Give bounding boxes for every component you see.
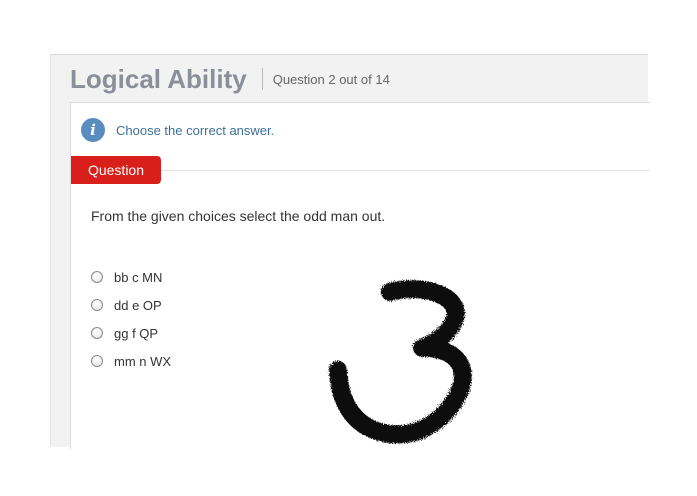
answer-option[interactable]: dd e OP xyxy=(91,291,171,319)
answer-option-label: bb c MN xyxy=(114,269,163,285)
answer-option[interactable]: gg f QP xyxy=(91,319,171,347)
instruction-text: Choose the correct answer. xyxy=(116,122,275,138)
answer-option-label: dd e OP xyxy=(114,297,162,313)
answer-option-label: mm n WX xyxy=(114,353,172,369)
answer-options: bb c MN dd e OP gg f QP mm n WX xyxy=(91,263,171,375)
quiz-header: Logical Ability Question 2 out of 14 xyxy=(70,63,390,95)
question-counter: Question 2 out of 14 xyxy=(272,71,390,87)
info-icon: i xyxy=(81,118,105,142)
answer-option[interactable]: mm n WX xyxy=(91,347,171,375)
instruction-row: i Choose the correct answer. xyxy=(81,118,274,142)
answer-option[interactable]: bb c MN xyxy=(91,263,171,291)
tab-question[interactable]: Question xyxy=(71,156,161,184)
radio-button[interactable] xyxy=(91,299,103,311)
radio-button[interactable] xyxy=(91,327,103,339)
three-stroke xyxy=(329,280,472,444)
handwritten-three-overlay xyxy=(329,280,472,444)
module-title: Logical Ability xyxy=(70,63,247,94)
radio-button[interactable] xyxy=(91,271,103,283)
header-divider xyxy=(261,68,263,90)
radio-button[interactable] xyxy=(91,355,103,367)
question-text: From the given choices select the odd ma… xyxy=(91,208,386,224)
answer-option-label: gg f QP xyxy=(114,325,159,341)
